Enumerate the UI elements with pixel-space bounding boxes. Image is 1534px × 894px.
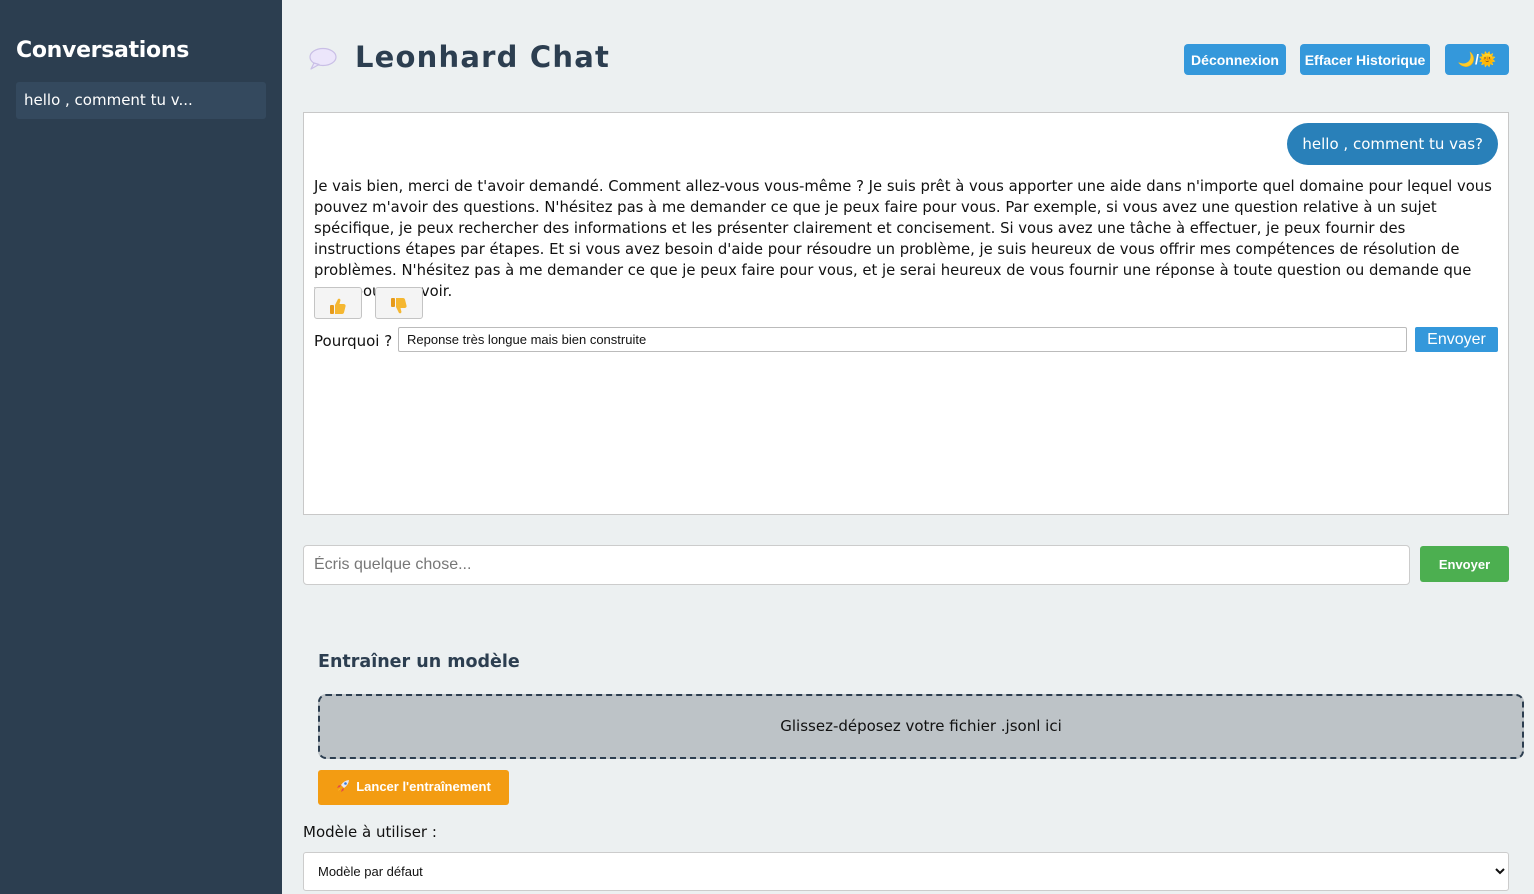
speech-bubble-icon [306, 46, 340, 72]
main-panel: Leonhard Chat Déconnexion Effacer Histor… [282, 0, 1534, 894]
header: Leonhard Chat Déconnexion Effacer Histor… [304, 36, 1509, 84]
message-input[interactable] [303, 545, 1410, 585]
model-select[interactable]: Modèle par défaut [303, 852, 1509, 891]
thumbs-down-icon [391, 297, 407, 313]
theme-toggle-button[interactable]: 🌙/🌞 [1445, 44, 1509, 75]
app-title: Leonhard Chat [355, 40, 611, 74]
feedback-reason-input[interactable] [398, 327, 1407, 352]
training-section-title: Entraîner un modèle [318, 652, 520, 672]
model-select-label: Modèle à utiliser : [303, 823, 437, 841]
chat-box: hello , comment tu vas? Je vais bien, me… [303, 112, 1509, 515]
thumbs-up-button[interactable] [314, 287, 362, 319]
clear-history-button[interactable]: Effacer Historique [1300, 44, 1430, 75]
conversation-item[interactable]: hello , comment tu v... [16, 82, 266, 119]
thumbs-down-button[interactable] [375, 287, 423, 319]
sidebar: Conversations hello , comment tu v... [0, 0, 282, 894]
file-drop-zone[interactable]: Glissez-déposez votre fichier .jsonl ici [318, 694, 1524, 759]
feedback-reason-label: Pourquoi ? [314, 332, 393, 350]
feedback-send-button[interactable]: Envoyer [1415, 327, 1498, 352]
sidebar-title: Conversations [16, 38, 190, 63]
bot-message: Je vais bien, merci de t'avoir demandé. … [314, 178, 1492, 300]
drop-zone-text: Glissez-déposez votre fichier .jsonl ici [780, 717, 1062, 735]
thumbs-up-icon [330, 298, 346, 314]
logout-button[interactable]: Déconnexion [1184, 44, 1286, 75]
user-message: hello , comment tu vas? [1287, 123, 1498, 165]
start-training-button[interactable]: Lancer l'entraînement [318, 770, 509, 805]
rocket-icon [336, 779, 350, 796]
start-training-label: Lancer l'entraînement [356, 779, 491, 794]
send-message-button[interactable]: Envoyer [1420, 546, 1509, 582]
